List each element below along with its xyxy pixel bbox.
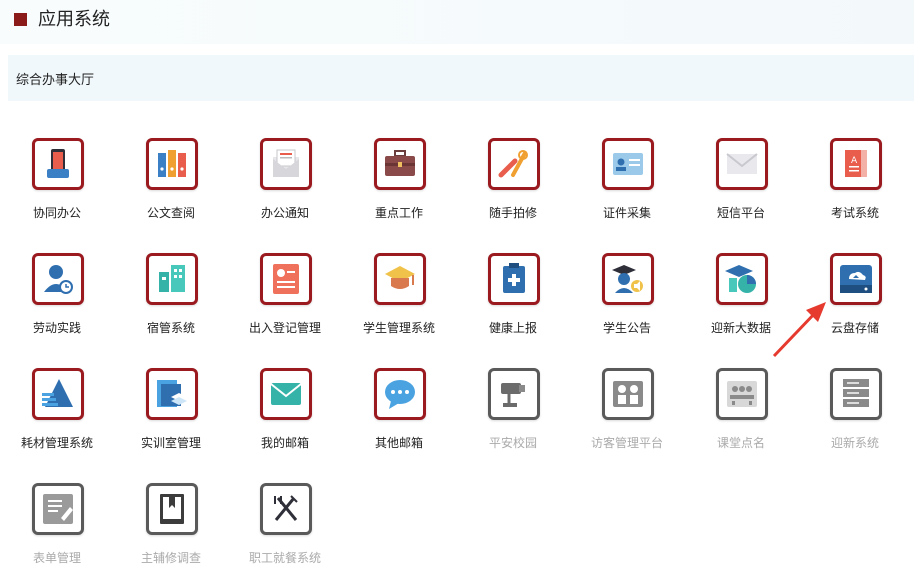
app-label[interactable]: 考试系统 xyxy=(798,204,912,221)
app-label[interactable]: 云盘存储 xyxy=(798,319,912,336)
cloud-drive-icon[interactable] xyxy=(830,253,882,305)
app-tile[interactable]: 证件采集 xyxy=(570,138,684,238)
id-card-icon[interactable] xyxy=(602,138,654,190)
mail-icon[interactable] xyxy=(260,368,312,420)
app-tile[interactable]: 云盘存储 xyxy=(798,253,912,353)
app-tile[interactable]: 健康上报 xyxy=(456,253,570,353)
app-label[interactable]: 重点工作 xyxy=(342,204,456,221)
book-icon[interactable]: A xyxy=(830,138,882,190)
layers-icon[interactable] xyxy=(146,368,198,420)
app-label[interactable]: 我的邮箱 xyxy=(228,434,342,451)
app-label[interactable]: 迎新大数据 xyxy=(684,319,798,336)
app-tile[interactable]: 迎新大数据 xyxy=(684,253,798,353)
app-label[interactable]: 健康上报 xyxy=(456,319,570,336)
tools-icon[interactable] xyxy=(488,138,540,190)
app-tile[interactable]: A 考试系统 xyxy=(798,138,912,238)
app-label[interactable]: 访客管理平台 xyxy=(570,434,684,451)
app-tile[interactable]: 公文查阅 xyxy=(114,138,228,238)
app-label[interactable]: 证件采集 xyxy=(570,204,684,221)
app-label[interactable]: 学生公告 xyxy=(570,319,684,336)
app-label[interactable]: 协同办公 xyxy=(0,204,114,221)
app-tile[interactable]: 重点工作 xyxy=(342,138,456,238)
camera-icon[interactable] xyxy=(488,368,540,420)
stack-triangle-icon[interactable] xyxy=(32,368,84,420)
graduation-cap-icon[interactable] xyxy=(374,253,426,305)
app-label[interactable]: 其他邮箱 xyxy=(342,434,456,451)
app-label[interactable]: 职工就餐系统 xyxy=(228,549,342,566)
phone-icon[interactable] xyxy=(32,138,84,190)
app-label[interactable]: 随手拍修 xyxy=(456,204,570,221)
briefcase-icon[interactable] xyxy=(374,138,426,190)
binders-icon[interactable] xyxy=(146,138,198,190)
server-icon[interactable] xyxy=(830,368,882,420)
app-label[interactable]: 短信平台 xyxy=(684,204,798,221)
app-tile[interactable]: 耗材管理系统 xyxy=(0,368,114,468)
app-label[interactable]: 办公通知 xyxy=(228,204,342,221)
app-tile[interactable]: 短信平台 xyxy=(684,138,798,238)
app-tile[interactable]: 宿管系统 xyxy=(114,253,228,353)
app-label[interactable]: 出入登记管理 xyxy=(228,319,342,336)
app-tile[interactable]: 出入登记管理 xyxy=(228,253,342,353)
visitors-icon[interactable] xyxy=(602,368,654,420)
app-label[interactable]: 公文查阅 xyxy=(114,204,228,221)
form-edit-icon[interactable] xyxy=(32,483,84,535)
svg-text:A: A xyxy=(851,156,858,166)
app-label[interactable]: 实训室管理 xyxy=(114,434,228,451)
envelope-icon[interactable] xyxy=(716,138,768,190)
register-icon[interactable] xyxy=(260,253,312,305)
bookmark-book-icon[interactable] xyxy=(146,483,198,535)
app-tile[interactable]: 迎新系统 xyxy=(798,368,912,468)
app-tile[interactable]: 学生公告 xyxy=(570,253,684,353)
app-label[interactable]: 课堂点名 xyxy=(684,434,798,451)
app-label[interactable]: 耗材管理系统 xyxy=(0,434,114,451)
app-label[interactable]: 劳动实践 xyxy=(0,319,114,336)
app-label[interactable]: 主辅修调查 xyxy=(114,549,228,566)
app-tile[interactable]: 职工就餐系统 xyxy=(228,483,342,583)
app-tile[interactable]: 访客管理平台 xyxy=(570,368,684,468)
app-tile[interactable]: 平安校园 xyxy=(456,368,570,468)
app-label[interactable]: 宿管系统 xyxy=(114,319,228,336)
app-tile[interactable]: 劳动实践 xyxy=(0,253,114,353)
app-tile[interactable]: 协同办公 xyxy=(0,138,114,238)
app-label[interactable]: 学生管理系统 xyxy=(342,319,456,336)
app-label[interactable]: 迎新系统 xyxy=(798,434,912,451)
cap-chart-icon[interactable] xyxy=(716,253,768,305)
app-tile[interactable]: 课堂点名 xyxy=(684,368,798,468)
app-tile[interactable]: 其他邮箱 xyxy=(342,368,456,468)
worker-icon[interactable] xyxy=(32,253,84,305)
app-tile[interactable]: 实训室管理 xyxy=(114,368,228,468)
app-label[interactable]: 平安校园 xyxy=(456,434,570,451)
app-label[interactable]: 表单管理 xyxy=(0,549,114,566)
student-announce-icon[interactable] xyxy=(602,253,654,305)
category-label[interactable]: 综合办事大厅 xyxy=(16,69,94,88)
buildings-icon[interactable] xyxy=(146,253,198,305)
app-tile[interactable]: 随手拍修 xyxy=(456,138,570,238)
app-tile[interactable]: 我的邮箱 xyxy=(228,368,342,468)
section-marker xyxy=(14,13,27,26)
classroom-icon[interactable] xyxy=(716,368,768,420)
envelope-open-icon[interactable] xyxy=(260,138,312,190)
section-header: 应用系统 xyxy=(0,0,914,44)
chat-bubble-icon[interactable] xyxy=(374,368,426,420)
medical-clipboard-icon[interactable] xyxy=(488,253,540,305)
app-tile[interactable]: 办公通知 xyxy=(228,138,342,238)
app-tile[interactable]: 表单管理 xyxy=(0,483,114,583)
app-tile[interactable]: 学生管理系统 xyxy=(342,253,456,353)
fork-knife-icon[interactable] xyxy=(260,483,312,535)
category-bar: 综合办事大厅 xyxy=(8,55,914,101)
section-title: 应用系统 xyxy=(38,9,110,30)
app-tile[interactable]: 主辅修调查 xyxy=(114,483,228,583)
